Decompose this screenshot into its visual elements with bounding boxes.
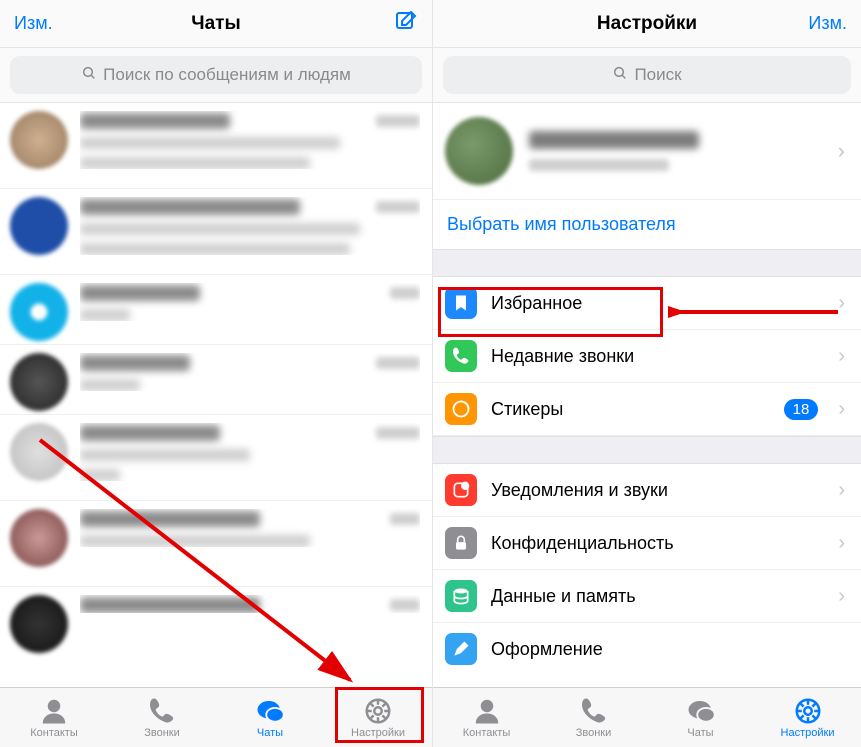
cell-data-storage[interactable]: Данные и память ›: [433, 570, 861, 623]
phone-icon: [445, 340, 477, 372]
chat-row[interactable]: [0, 587, 432, 657]
chat-list[interactable]: [0, 103, 432, 687]
settings-title: Настройки: [597, 13, 697, 35]
stickers-badge: 18: [784, 399, 819, 420]
lock-icon: [445, 527, 477, 559]
tab-calls[interactable]: Звонки: [108, 688, 216, 747]
phone-chats: Изм. Чаты Поиск по сообщениям и людям: [0, 0, 432, 747]
cell-label: Стикеры: [491, 399, 770, 420]
chat-row[interactable]: [0, 501, 432, 587]
data-icon: [445, 580, 477, 612]
chats-title: Чаты: [191, 13, 240, 35]
search-placeholder: Поиск по сообщениям и людям: [103, 65, 351, 85]
tab-label: Настройки: [351, 727, 405, 739]
edit-button[interactable]: Изм.: [14, 13, 53, 33]
profile-avatar: [445, 117, 513, 185]
cell-recent-calls[interactable]: Недавние звонки ›: [433, 330, 861, 383]
bookmark-icon: [445, 287, 477, 319]
profile-name-blurred: [529, 131, 699, 149]
tab-label: Контакты: [463, 727, 511, 739]
tab-label: Звонки: [144, 727, 180, 739]
tab-label: Настройки: [781, 727, 835, 739]
tab-calls[interactable]: Звонки: [540, 688, 647, 747]
chat-row[interactable]: [0, 345, 432, 415]
tab-label: Контакты: [30, 727, 78, 739]
search-placeholder: Поиск: [634, 65, 681, 85]
tabbar-left: Контакты Звонки Чаты Настройки: [0, 687, 432, 747]
chevron-right-icon: ›: [838, 292, 849, 315]
chevron-right-icon: ›: [838, 398, 849, 421]
tab-settings[interactable]: Настройки: [324, 688, 432, 747]
cell-label: Конфиденциальность: [491, 533, 824, 554]
tab-contacts[interactable]: Контакты: [433, 688, 540, 747]
chat-row[interactable]: [0, 275, 432, 345]
search-wrap: Поиск: [433, 48, 861, 103]
edit-button[interactable]: Изм.: [808, 13, 847, 33]
sticker-icon: [445, 393, 477, 425]
tab-label: Чаты: [257, 727, 283, 739]
search-wrap: Поиск по сообщениям и людям: [0, 48, 432, 103]
chat-row[interactable]: [0, 103, 432, 189]
tabbar-right: Контакты Звонки Чаты Настройки: [433, 687, 861, 747]
chevron-right-icon: ›: [838, 345, 849, 368]
tab-label: Чаты: [687, 727, 713, 739]
avatar: [10, 595, 68, 653]
tab-chats[interactable]: Чаты: [216, 688, 324, 747]
profile-phone-blurred: [529, 159, 669, 171]
compose-icon[interactable]: [394, 20, 418, 37]
avatar: [10, 111, 68, 169]
search-icon: [612, 65, 628, 86]
tab-label: Звонки: [576, 727, 612, 739]
chats-header: Изм. Чаты: [0, 0, 432, 48]
appearance-icon: [445, 633, 477, 665]
cell-label: Избранное: [491, 293, 824, 314]
cell-label: Недавние звонки: [491, 346, 824, 367]
cell-label: Оформление: [491, 639, 849, 660]
cell-notifications[interactable]: Уведомления и звуки ›: [433, 464, 861, 517]
section-gap: [433, 436, 861, 464]
chevron-right-icon: ›: [838, 532, 849, 555]
avatar: [10, 509, 68, 567]
search-icon: [81, 65, 97, 86]
search-input[interactable]: Поиск: [443, 56, 851, 94]
choose-username-link[interactable]: Выбрать имя пользователя: [433, 199, 861, 249]
chevron-right-icon: ›: [838, 479, 849, 502]
chat-row[interactable]: [0, 415, 432, 501]
cell-label: Уведомления и звуки: [491, 480, 824, 501]
section-gap: [433, 249, 861, 277]
cell-stickers[interactable]: Стикеры 18 ›: [433, 383, 861, 436]
cell-appearance[interactable]: Оформление: [433, 623, 861, 675]
avatar: [10, 283, 68, 341]
settings-header: Настройки Изм.: [433, 0, 861, 48]
avatar: [10, 197, 68, 255]
avatar: [10, 423, 68, 481]
notifications-icon: [445, 474, 477, 506]
tab-chats[interactable]: Чаты: [647, 688, 754, 747]
tab-settings[interactable]: Настройки: [754, 688, 861, 747]
cell-favorites[interactable]: Избранное ›: [433, 277, 861, 330]
search-input[interactable]: Поиск по сообщениям и людям: [10, 56, 422, 94]
tab-contacts[interactable]: Контакты: [0, 688, 108, 747]
avatar: [10, 353, 68, 411]
cell-label: Данные и память: [491, 586, 824, 607]
phone-settings: Настройки Изм. Поиск › Выбрать имя польз…: [432, 0, 861, 747]
chevron-right-icon: ›: [838, 585, 849, 608]
chat-row[interactable]: [0, 189, 432, 275]
profile-row[interactable]: ›: [433, 103, 861, 199]
cell-privacy[interactable]: Конфиденциальность ›: [433, 517, 861, 570]
chevron-right-icon: ›: [838, 138, 849, 164]
